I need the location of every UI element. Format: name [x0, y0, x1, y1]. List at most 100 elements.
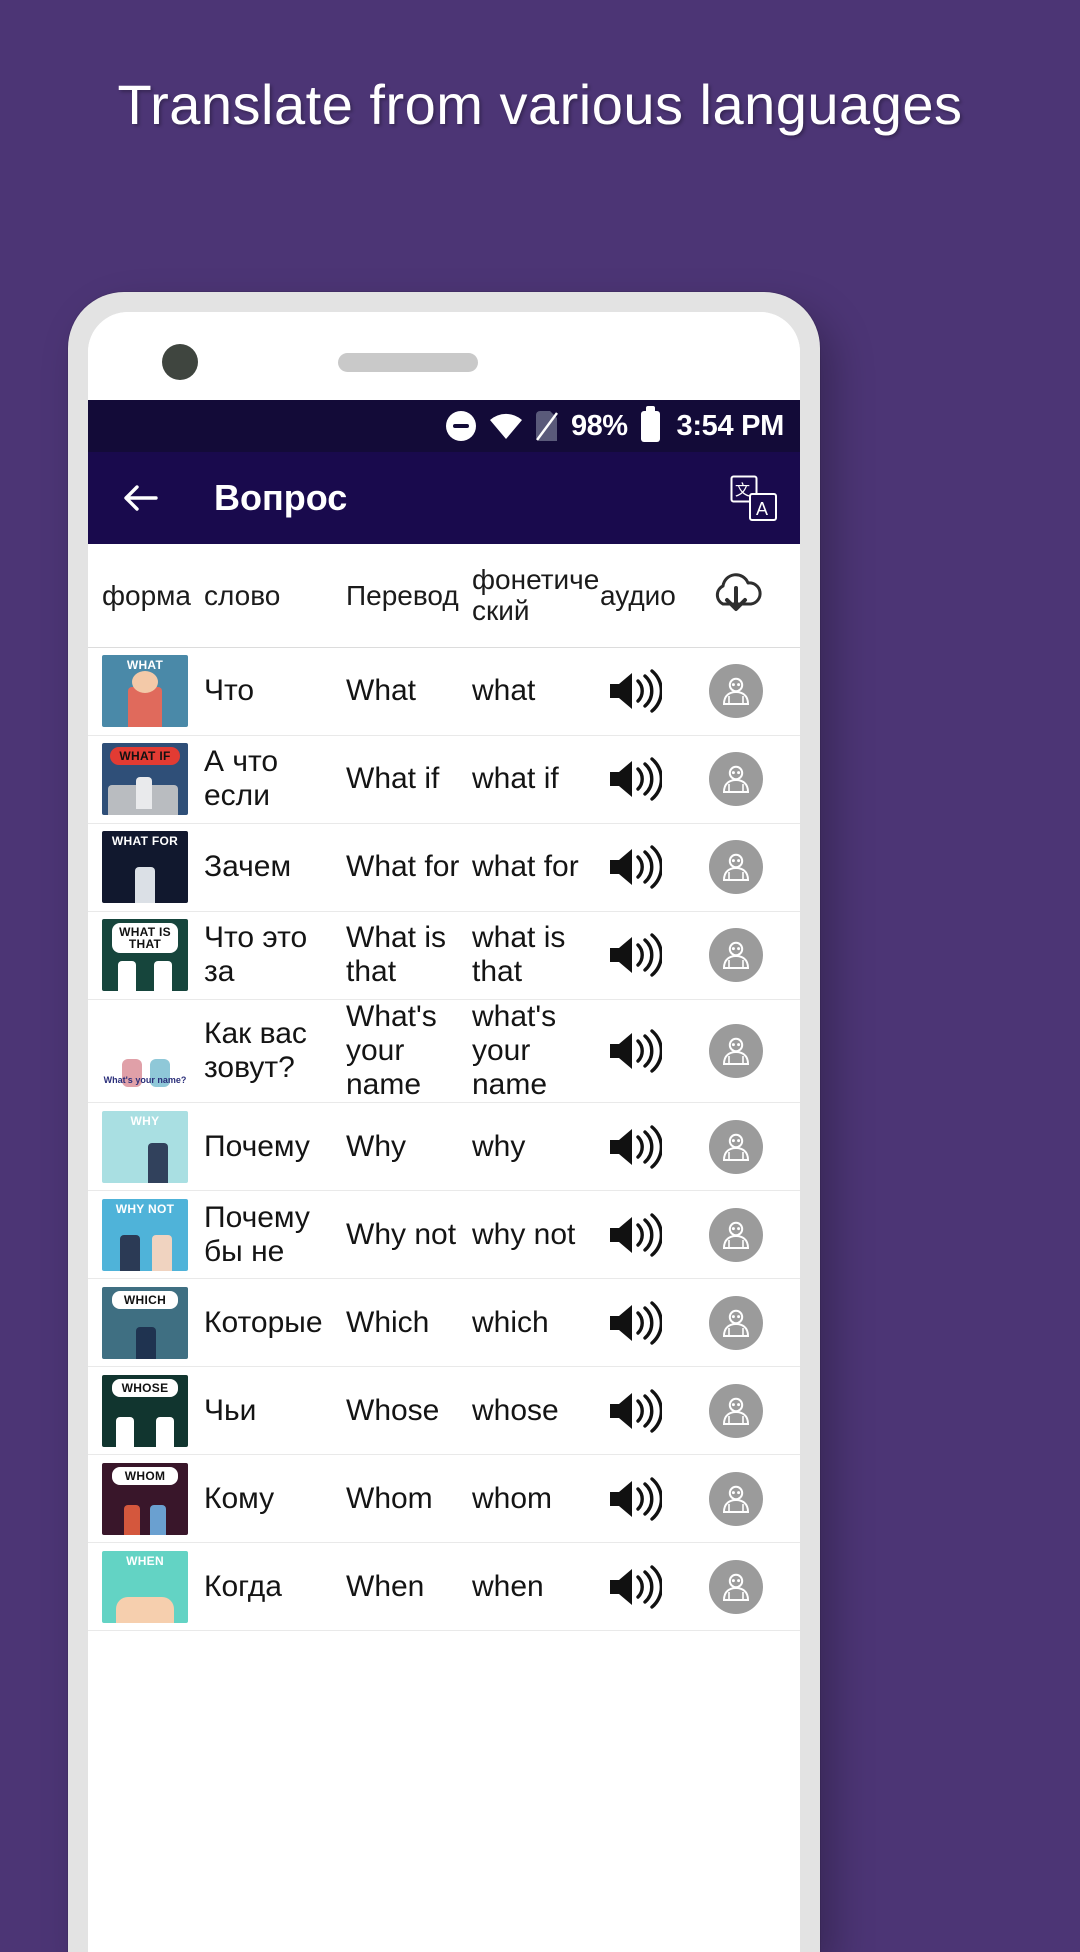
word-illustration-icon: WHOM: [102, 1462, 188, 1535]
avatar-icon: [709, 752, 763, 807]
download-all-button[interactable]: [696, 570, 776, 620]
download-row-button[interactable]: [696, 1295, 776, 1350]
avatar-icon: [709, 1207, 763, 1262]
cell-phonetic: whose: [472, 1393, 559, 1427]
play-audio-button[interactable]: [592, 1027, 696, 1075]
download-row-button[interactable]: [696, 1383, 776, 1438]
battery-icon: [640, 405, 660, 442]
download-row-button[interactable]: [696, 1024, 776, 1078]
cell-phonetic: what if: [472, 762, 559, 796]
cell-word: Кому: [204, 1481, 275, 1515]
word-illustration-icon: WHEN: [102, 1550, 188, 1623]
play-audio-button[interactable]: [592, 1211, 696, 1259]
word-illustration-icon: WHY: [102, 1110, 188, 1183]
cell-translation: Why: [346, 1129, 406, 1163]
cell-phonetic: what's your name: [472, 999, 557, 1102]
cell-translation: When: [346, 1569, 425, 1603]
cell-word: Почему: [204, 1129, 310, 1163]
speaker-icon: [606, 1563, 664, 1611]
row-thumbnail-cell: WHEN: [88, 1550, 204, 1623]
play-audio-button[interactable]: [592, 1299, 696, 1347]
cell-word: Что это за: [204, 921, 308, 989]
svg-text:A: A: [756, 499, 768, 519]
battery-percent-label: 98%: [570, 409, 628, 442]
play-audio-button[interactable]: [592, 667, 696, 715]
table-row[interactable]: WHAT FOR Зачем What for what for: [88, 824, 800, 912]
cell-word: Зачем: [204, 850, 292, 884]
row-thumbnail-cell: WHAT IF: [88, 743, 204, 816]
table-row[interactable]: What's your name? Как вас зовут? What's …: [88, 1000, 800, 1104]
phone-screen: 98% 3:54 PM Вопрос 文 A форма слово Перев…: [88, 312, 800, 1952]
play-audio-button[interactable]: [592, 843, 696, 891]
status-bar-clock: 3:54 PM: [676, 409, 785, 442]
cell-translation: What is that: [346, 921, 447, 989]
row-thumbnail-cell: WHOM: [88, 1462, 204, 1535]
table-row[interactable]: WHY Почему Why why: [88, 1103, 800, 1192]
table-row[interactable]: WHAT Что What what: [88, 648, 800, 736]
word-illustration-icon: WHAT FOR: [102, 831, 188, 904]
avatar-icon: [709, 1383, 763, 1438]
download-row-button[interactable]: [696, 1119, 776, 1174]
speaker-icon: [606, 843, 664, 891]
play-audio-button[interactable]: [592, 931, 696, 979]
row-thumbnail-cell: WHAT IS THAT: [88, 919, 204, 992]
translate-icon[interactable]: 文 A: [730, 475, 778, 521]
play-audio-button[interactable]: [592, 1475, 696, 1523]
speaker-icon: [606, 1123, 664, 1171]
play-audio-button[interactable]: [592, 755, 696, 803]
speaker-icon: [606, 755, 664, 803]
download-row-button[interactable]: [696, 1207, 776, 1262]
table-row[interactable]: WHOSE Чьи Whose whose: [88, 1367, 800, 1456]
word-illustration-icon: WHAT IS THAT: [102, 919, 188, 992]
cell-phonetic: when: [472, 1569, 544, 1603]
cell-translation: Which: [346, 1305, 430, 1339]
download-row-button[interactable]: [696, 928, 776, 983]
word-illustration-icon: WHY NOT: [102, 1198, 188, 1271]
status-bar: 98% 3:54 PM: [88, 400, 800, 452]
play-audio-button[interactable]: [592, 1563, 696, 1611]
speaker-icon: [606, 667, 664, 715]
speaker-icon: [606, 1211, 664, 1259]
table-row[interactable]: WHOM Кому Whom whom: [88, 1455, 800, 1544]
cell-translation: What for: [346, 850, 460, 884]
play-audio-button[interactable]: [592, 1387, 696, 1435]
download-row-button[interactable]: [696, 1559, 776, 1614]
wifi-icon: [489, 412, 523, 440]
table-row[interactable]: WHEN Когда When when: [88, 1543, 800, 1632]
table-row[interactable]: WHAT IF А что если What if what if: [88, 736, 800, 824]
avatar-icon: [709, 1295, 763, 1350]
cell-word: Которые: [204, 1305, 323, 1339]
table-row[interactable]: WHY NOT Почему бы не Why not why not: [88, 1191, 800, 1280]
no-sim-icon: [535, 411, 558, 441]
cell-word: Почему бы не: [204, 1200, 310, 1268]
download-row-button[interactable]: [696, 840, 776, 895]
download-row-button[interactable]: [696, 664, 776, 719]
avatar-icon: [709, 928, 763, 983]
table-row[interactable]: WHAT IS THAT Что это за What is that wha…: [88, 912, 800, 1000]
back-arrow-icon[interactable]: [118, 475, 164, 521]
table-header-row: форма слово Перевод фонетиче ский аудио: [88, 544, 800, 648]
row-thumbnail-cell: WHY: [88, 1110, 204, 1183]
cell-phonetic: what is that: [472, 921, 566, 989]
cell-translation: What: [346, 674, 417, 708]
avatar-icon: [709, 1119, 763, 1174]
download-row-button[interactable]: [696, 752, 776, 807]
download-row-button[interactable]: [696, 1471, 776, 1526]
avatar-icon: [709, 1559, 763, 1614]
earpiece-speaker: [338, 353, 478, 372]
front-camera-icon: [162, 344, 198, 380]
cell-translation: Whom: [346, 1481, 433, 1515]
download-cloud-icon: [708, 570, 764, 620]
table-row[interactable]: WHICH Которые Which which: [88, 1279, 800, 1368]
play-audio-button[interactable]: [592, 1123, 696, 1171]
speaker-icon: [606, 1475, 664, 1523]
cell-translation: Whose: [346, 1393, 440, 1427]
speaker-icon: [606, 931, 664, 979]
word-illustration-icon: What's your name?: [102, 1015, 188, 1087]
do-not-disturb-icon: [445, 411, 476, 441]
cell-phonetic: whom: [472, 1481, 553, 1515]
phone-top-bezel: [88, 312, 800, 400]
avatar-icon: [709, 1024, 763, 1078]
cell-phonetic: what: [472, 674, 536, 708]
column-header-form: форма: [102, 579, 192, 611]
